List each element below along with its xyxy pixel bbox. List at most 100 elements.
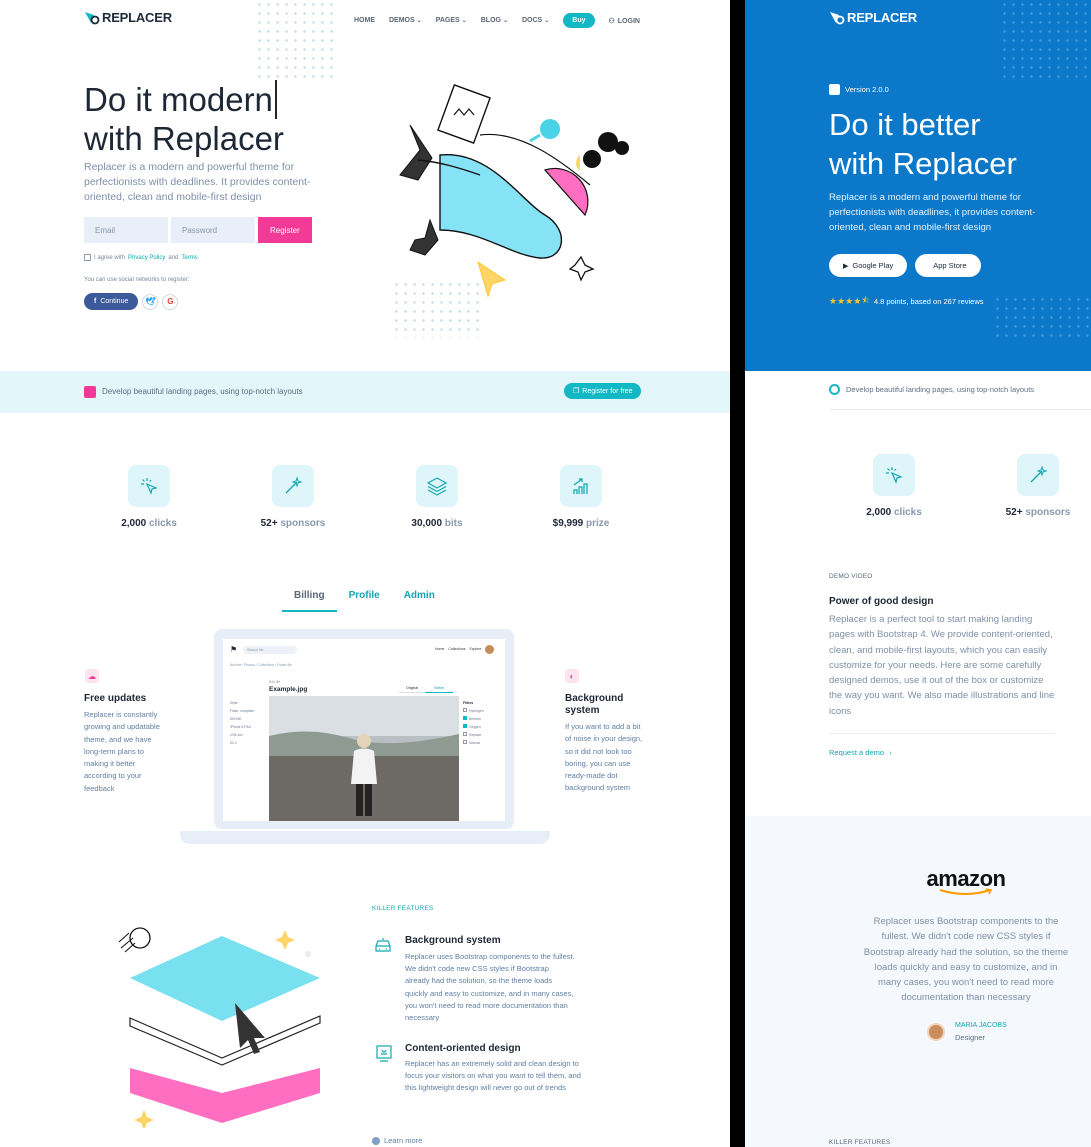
mock-filter-label: Oxygen bbox=[469, 725, 481, 729]
tab-profile[interactable]: Profile bbox=[337, 590, 392, 612]
learn-more-link[interactable]: Learn more bbox=[372, 1136, 422, 1145]
mock-meta-item: 800×60 bbox=[230, 717, 242, 721]
rocket-logo-icon bbox=[85, 11, 100, 24]
star-icon: ★ bbox=[853, 295, 862, 306]
checkbox-checked-icon bbox=[463, 716, 467, 720]
divider bbox=[829, 409, 1091, 410]
chevron-down-icon: ⌄ bbox=[416, 18, 422, 24]
register-form: Email Password Register bbox=[84, 217, 312, 243]
app-store-button[interactable]: App Store bbox=[915, 254, 981, 277]
page: REPLACER HOME DEMOS ⌄ PAGES ⌄ BLOG ⌄ DOCS ⌄ … bbox=[0, 0, 1091, 1147]
mock-nav-item[interactable]: Collections bbox=[448, 647, 465, 651]
stat-item: 52+ sponsors bbox=[997, 454, 1079, 518]
google-icon: G bbox=[167, 297, 174, 306]
agree-checkbox[interactable] bbox=[84, 254, 91, 261]
demo-title: Power of good design bbox=[829, 596, 934, 607]
mobile-logo-text: REPLACER bbox=[847, 10, 917, 25]
tv-icon bbox=[374, 1043, 394, 1063]
stat-item: 2,000 clicks bbox=[108, 465, 190, 529]
promo-banner: Develop beautiful landing pages, using t… bbox=[0, 371, 730, 413]
request-demo-link[interactable]: Request a demo › bbox=[829, 748, 892, 757]
mock-meta-item: iPhone 8 Plus bbox=[230, 725, 251, 729]
tab-admin[interactable]: Admin bbox=[392, 590, 447, 612]
mock-toggle: Original Edited bbox=[399, 684, 453, 693]
mock-avatar bbox=[485, 645, 494, 654]
laptop-mockup: ⚑ Search file Home Collections Explore A… bbox=[214, 629, 514, 829]
stat-item: 2,000 clicks bbox=[853, 454, 935, 518]
star-icon: ★ bbox=[829, 295, 838, 306]
mock-file-name: Example.jpg bbox=[269, 686, 308, 693]
mock-filter-item[interactable]: Hydrogen bbox=[463, 707, 484, 715]
mock-nav-item[interactable]: Home bbox=[435, 647, 444, 651]
rating-text: 4.8 points, based on 267 reviews bbox=[873, 296, 984, 306]
hero-title-line1: Do it modern bbox=[84, 80, 277, 119]
mock-filter-item[interactable]: Bentum bbox=[463, 715, 484, 723]
mock-search-input[interactable]: Search file bbox=[243, 646, 297, 654]
stat-value: 2,000 bbox=[866, 507, 892, 518]
growth-chart-icon bbox=[560, 465, 602, 507]
nav-pages[interactable]: PAGES ⌄ bbox=[436, 17, 467, 24]
mobile-banner: Develop beautiful landing pages, using t… bbox=[829, 384, 1034, 395]
testimonial-text: Replacer uses Bootstrap components to th… bbox=[863, 916, 1069, 1004]
logo[interactable]: REPLACER bbox=[84, 10, 172, 25]
user-badge-icon bbox=[84, 386, 96, 398]
login-link[interactable]: ⚇ LOGIN bbox=[609, 17, 640, 25]
mock-nav-item[interactable]: Explore bbox=[469, 647, 481, 651]
mock-toggle-edited[interactable]: Edited bbox=[425, 684, 453, 693]
play-icon: ▶ bbox=[843, 262, 849, 270]
chevron-down-icon: ⌄ bbox=[461, 18, 467, 24]
mock-filter-item[interactable]: Normal bbox=[463, 739, 484, 747]
stat-unit: bits bbox=[444, 518, 463, 529]
mock-filter-item[interactable]: Replace bbox=[463, 731, 484, 739]
layers-illustration bbox=[118, 927, 321, 1128]
continue-label: Continue bbox=[100, 298, 129, 305]
stat-label: 2,000 clicks bbox=[121, 518, 177, 529]
nav-demos[interactable]: DEMOS ⌄ bbox=[389, 17, 422, 24]
magic-wand-icon bbox=[272, 465, 314, 507]
rating-row: ★ ★ ★ ★ ⯪ 4.8 points, based on 267 revie… bbox=[829, 293, 984, 309]
dot-pattern bbox=[993, 295, 1091, 340]
mock-meta-item: f/2.2 bbox=[230, 741, 237, 745]
email-field[interactable]: Email bbox=[84, 217, 168, 243]
buy-button[interactable]: Buy bbox=[563, 13, 595, 28]
mobile-hero-title-line1: Do it better bbox=[829, 107, 981, 142]
preview-divider bbox=[730, 0, 745, 1147]
nav-docs[interactable]: DOCS ⌄ bbox=[522, 17, 549, 24]
register-button[interactable]: Register bbox=[258, 217, 312, 243]
stat-unit: clicks bbox=[894, 507, 922, 518]
mock-filter-label: Normal bbox=[469, 741, 480, 745]
star-icon: ★ bbox=[837, 295, 846, 306]
tab-billing[interactable]: Billing bbox=[282, 590, 337, 612]
google-play-button[interactable]: ▶ Google Play bbox=[829, 254, 908, 277]
stat-value: 2,000 bbox=[121, 518, 147, 529]
twitter-icon: 🕊 bbox=[145, 297, 156, 306]
killer-features-label: KILLER FEATURES bbox=[372, 905, 434, 912]
mobile-logo[interactable]: REPLACER bbox=[829, 10, 917, 25]
background-system-title-line1: Background bbox=[565, 693, 624, 704]
demo-text: Replacer is a perfect tool to start maki… bbox=[829, 614, 1055, 717]
mock-filter-label: Hydrogen bbox=[469, 709, 484, 713]
google-button[interactable]: G bbox=[162, 293, 179, 310]
terms-link[interactable]: Terms bbox=[181, 255, 197, 261]
register-free-button[interactable]: ❐ Register for free bbox=[564, 383, 642, 399]
register-free-label: Register for free bbox=[582, 388, 633, 395]
mock-meta-item: Style bbox=[230, 701, 238, 705]
mobile-hero-title: Do it better with Replacer bbox=[829, 105, 1017, 183]
magic-wand-icon bbox=[1017, 454, 1059, 496]
rocket-logo-icon bbox=[830, 11, 845, 24]
mock-meta-item: Flash, computer bbox=[230, 709, 255, 713]
password-field[interactable]: Password bbox=[171, 217, 255, 243]
mock-filters-title: Filters bbox=[463, 701, 474, 705]
mock-toggle-original[interactable]: Original bbox=[399, 684, 426, 693]
nav-home[interactable]: HOME bbox=[354, 17, 375, 24]
facebook-continue-button[interactable]: f Continue bbox=[84, 293, 139, 310]
nav-blog[interactable]: BLOG ⌄ bbox=[481, 17, 508, 24]
mock-filter-item[interactable]: Oxygen bbox=[463, 723, 484, 731]
twitter-button[interactable]: 🕊 bbox=[142, 293, 159, 310]
dot-pattern bbox=[255, 0, 333, 78]
privacy-link[interactable]: Privacy Policy bbox=[128, 255, 165, 261]
demo-video-label: DEMO VIDEO bbox=[829, 573, 873, 580]
agree-row: I agree with Privacy Policy and Terms bbox=[84, 254, 198, 261]
kf-text: Replacer has an extremely solid and clea… bbox=[405, 1059, 581, 1093]
checkbox-icon bbox=[463, 708, 467, 712]
